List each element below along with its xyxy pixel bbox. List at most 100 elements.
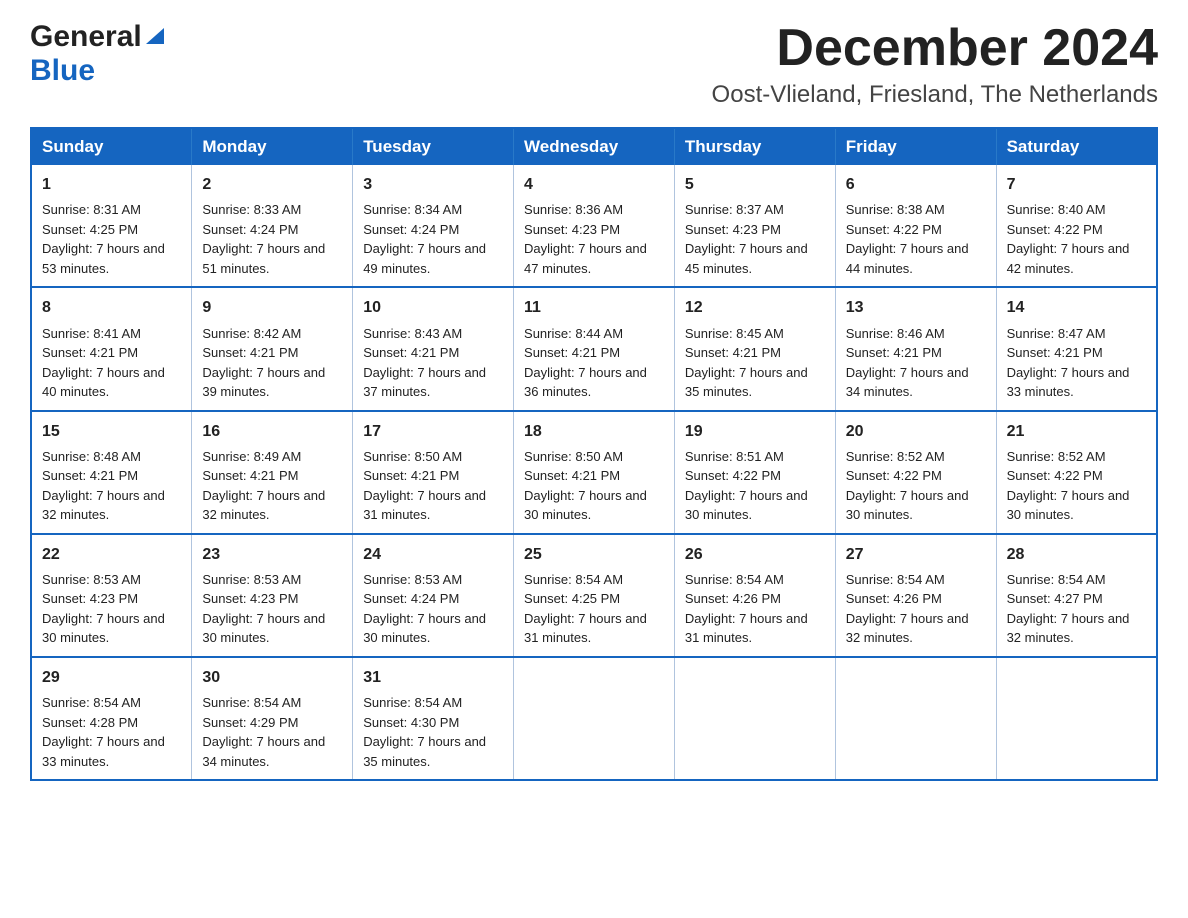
day-info: Sunrise: 8:37 AMSunset: 4:23 PMDaylight:… [685,200,825,278]
day-number: 27 [846,543,986,566]
day-number: 10 [363,296,503,319]
calendar-cell: 3 Sunrise: 8:34 AMSunset: 4:24 PMDaylight… [353,165,514,287]
day-info: Sunrise: 8:54 AMSunset: 4:26 PMDaylight:… [685,570,825,648]
calendar-week-row: 8 Sunrise: 8:41 AMSunset: 4:21 PMDaylight… [31,287,1157,410]
calendar-week-row: 1Sunrise: 8:31 AMSunset: 4:25 PMDaylight… [31,165,1157,287]
calendar-table: SundayMondayTuesdayWednesdayThursdayFrid… [30,127,1158,781]
calendar-week-row: 29 Sunrise: 8:54 AMSunset: 4:28 PMDayligh… [31,657,1157,780]
day-info: Sunrise: 8:53 AMSunset: 4:23 PMDaylight:… [42,570,181,648]
day-number: 19 [685,420,825,443]
day-number: 21 [1007,420,1146,443]
calendar-cell: 7 Sunrise: 8:40 AMSunset: 4:22 PMDaylight… [996,165,1157,287]
day-info: Sunrise: 8:53 AMSunset: 4:24 PMDaylight:… [363,570,503,648]
day-info: Sunrise: 8:38 AMSunset: 4:22 PMDaylight:… [846,200,986,278]
calendar-cell: 13Sunrise: 8:46 AMSunset: 4:21 PMDayligh… [835,287,996,410]
calendar-cell: 22 Sunrise: 8:53 AMSunset: 4:23 PMDayligh… [31,534,192,657]
calendar-cell: 26 Sunrise: 8:54 AMSunset: 4:26 PMDayligh… [674,534,835,657]
calendar-cell: 28 Sunrise: 8:54 AMSunset: 4:27 PMDayligh… [996,534,1157,657]
calendar-cell: 1Sunrise: 8:31 AMSunset: 4:25 PMDaylight… [31,165,192,287]
calendar-cell: 18 Sunrise: 8:50 AMSunset: 4:21 PMDayligh… [514,411,675,534]
location-subtitle: Oost-Vlieland, Friesland, The Netherland… [712,81,1158,109]
calendar-cell: 20 Sunrise: 8:52 AMSunset: 4:22 PMDayligh… [835,411,996,534]
calendar-cell: 15Sunrise: 8:48 AMSunset: 4:21 PMDayligh… [31,411,192,534]
day-info: Sunrise: 8:50 AMSunset: 4:21 PMDaylight:… [524,447,664,525]
day-info: Sunrise: 8:42 AMSunset: 4:21 PMDaylight:… [202,324,342,402]
calendar-week-row: 22 Sunrise: 8:53 AMSunset: 4:23 PMDayligh… [31,534,1157,657]
header-friday: Friday [835,128,996,165]
calendar-cell: 12 Sunrise: 8:45 AMSunset: 4:21 PMDayligh… [674,287,835,410]
day-number: 14 [1007,296,1146,319]
day-number: 15 [42,420,181,443]
day-number: 25 [524,543,664,566]
day-info: Sunrise: 8:53 AMSunset: 4:23 PMDaylight:… [202,570,342,648]
calendar-cell: 8 Sunrise: 8:41 AMSunset: 4:21 PMDaylight… [31,287,192,410]
day-number: 23 [202,543,342,566]
day-number: 12 [685,296,825,319]
day-number: 28 [1007,543,1146,566]
day-number: 9 [202,296,342,319]
calendar-cell: 4Sunrise: 8:36 AMSunset: 4:23 PMDaylight… [514,165,675,287]
calendar-cell: 16 Sunrise: 8:49 AMSunset: 4:21 PMDayligh… [192,411,353,534]
day-info: Sunrise: 8:40 AMSunset: 4:22 PMDaylight:… [1007,200,1146,278]
day-info: Sunrise: 8:34 AMSunset: 4:24 PMDaylight:… [363,200,503,278]
day-number: 6 [846,173,986,196]
day-info: Sunrise: 8:43 AMSunset: 4:21 PMDaylight:… [363,324,503,402]
calendar-cell: 5 Sunrise: 8:37 AMSunset: 4:23 PMDaylight… [674,165,835,287]
header-tuesday: Tuesday [353,128,514,165]
day-info: Sunrise: 8:50 AMSunset: 4:21 PMDaylight:… [363,447,503,525]
calendar-cell: 31Sunrise: 8:54 AMSunset: 4:30 PMDayligh… [353,657,514,780]
header-wednesday: Wednesday [514,128,675,165]
day-number: 7 [1007,173,1146,196]
calendar-cell: 25 Sunrise: 8:54 AMSunset: 4:25 PMDayligh… [514,534,675,657]
day-number: 13 [846,296,986,319]
day-info: Sunrise: 8:54 AMSunset: 4:29 PMDaylight:… [202,693,342,771]
day-info: Sunrise: 8:31 AMSunset: 4:25 PMDaylight:… [42,200,181,278]
day-number: 16 [202,420,342,443]
calendar-cell: 29 Sunrise: 8:54 AMSunset: 4:28 PMDayligh… [31,657,192,780]
day-number: 5 [685,173,825,196]
calendar-cell: 10 Sunrise: 8:43 AMSunset: 4:21 PMDayligh… [353,287,514,410]
day-number: 22 [42,543,181,566]
day-number: 3 [363,173,503,196]
day-number: 8 [42,296,181,319]
day-number: 26 [685,543,825,566]
day-info: Sunrise: 8:54 AMSunset: 4:27 PMDaylight:… [1007,570,1146,648]
day-number: 24 [363,543,503,566]
logo-triangle-icon [144,24,166,46]
calendar-cell [674,657,835,780]
day-info: Sunrise: 8:44 AMSunset: 4:21 PMDaylight:… [524,324,664,402]
title-area: December 2024 Oost-Vlieland, Friesland, … [712,20,1158,109]
calendar-cell: 19 Sunrise: 8:51 AMSunset: 4:22 PMDayligh… [674,411,835,534]
calendar-cell [514,657,675,780]
header-monday: Monday [192,128,353,165]
calendar-cell: 9 Sunrise: 8:42 AMSunset: 4:21 PMDaylight… [192,287,353,410]
day-number: 18 [524,420,664,443]
day-info: Sunrise: 8:52 AMSunset: 4:22 PMDaylight:… [846,447,986,525]
day-info: Sunrise: 8:54 AMSunset: 4:26 PMDaylight:… [846,570,986,648]
day-info: Sunrise: 8:41 AMSunset: 4:21 PMDaylight:… [42,324,181,402]
day-info: Sunrise: 8:45 AMSunset: 4:21 PMDaylight:… [685,324,825,402]
day-number: 2 [202,173,342,196]
day-number: 30 [202,666,342,689]
calendar-cell: 14 Sunrise: 8:47 AMSunset: 4:21 PMDayligh… [996,287,1157,410]
calendar-cell: 23 Sunrise: 8:53 AMSunset: 4:23 PMDayligh… [192,534,353,657]
day-info: Sunrise: 8:49 AMSunset: 4:21 PMDaylight:… [202,447,342,525]
header-thursday: Thursday [674,128,835,165]
calendar-cell: 24 Sunrise: 8:53 AMSunset: 4:24 PMDayligh… [353,534,514,657]
month-title: December 2024 [712,20,1158,77]
day-number: 29 [42,666,181,689]
calendar-cell: 27 Sunrise: 8:54 AMSunset: 4:26 PMDayligh… [835,534,996,657]
logo-general-text: General [30,20,142,54]
calendar-cell: 17 Sunrise: 8:50 AMSunset: 4:21 PMDayligh… [353,411,514,534]
day-number: 20 [846,420,986,443]
day-number: 17 [363,420,503,443]
day-info: Sunrise: 8:51 AMSunset: 4:22 PMDaylight:… [685,447,825,525]
header-saturday: Saturday [996,128,1157,165]
header-sunday: Sunday [31,128,192,165]
day-info: Sunrise: 8:36 AMSunset: 4:23 PMDaylight:… [524,200,664,278]
day-info: Sunrise: 8:52 AMSunset: 4:22 PMDaylight:… [1007,447,1146,525]
day-info: Sunrise: 8:54 AMSunset: 4:28 PMDaylight:… [42,693,181,771]
page-header: General Blue December 2024 Oost-Vlieland… [30,20,1158,109]
day-info: Sunrise: 8:54 AMSunset: 4:25 PMDaylight:… [524,570,664,648]
day-info: Sunrise: 8:47 AMSunset: 4:21 PMDaylight:… [1007,324,1146,402]
